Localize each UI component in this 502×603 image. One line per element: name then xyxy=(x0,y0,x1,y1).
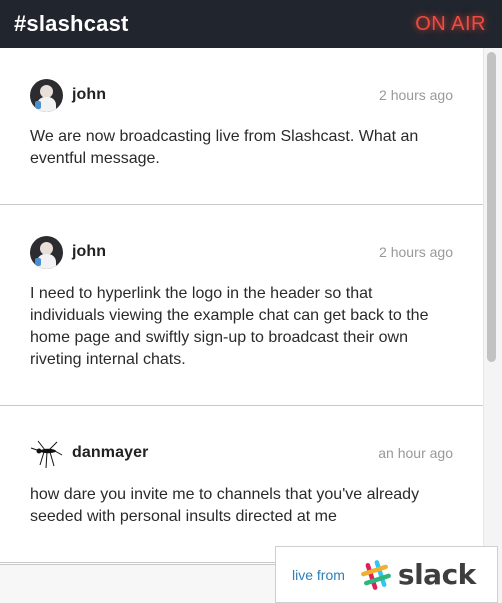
avatar[interactable] xyxy=(30,235,63,269)
message-header: danmayer an hour ago xyxy=(30,436,453,470)
username[interactable]: john xyxy=(72,86,106,104)
username[interactable]: john xyxy=(72,243,106,261)
mosquito-avatar-icon[interactable] xyxy=(30,437,63,470)
message-item: john 2 hours ago We are now broadcasting… xyxy=(0,48,483,205)
message-item: danmayer an hour ago how dare you invite… xyxy=(0,406,483,563)
message-header: john 2 hours ago xyxy=(30,78,453,112)
message-feed[interactable]: john 2 hours ago We are now broadcasting… xyxy=(0,48,483,603)
avatar[interactable] xyxy=(30,78,63,112)
slack-logo[interactable]: slack xyxy=(359,558,476,592)
message-text: how dare you invite me to channels that … xyxy=(30,486,420,525)
live-from-label[interactable]: live from xyxy=(292,567,345,583)
live-from-slack-badge[interactable]: live from slack xyxy=(275,546,498,603)
on-air-indicator: ON AIR xyxy=(415,12,486,35)
message-header: john 2 hours ago xyxy=(30,235,453,269)
next-message-stub xyxy=(0,564,276,603)
header: #slashcast ON AIR xyxy=(0,0,502,48)
timestamp: 2 hours ago xyxy=(379,244,453,260)
scrollbar[interactable] xyxy=(483,48,502,603)
username[interactable]: danmayer xyxy=(72,444,148,462)
slack-hash-icon xyxy=(361,559,391,590)
scrollbar-thumb[interactable] xyxy=(487,52,496,362)
timestamp: an hour ago xyxy=(378,445,453,461)
timestamp: 2 hours ago xyxy=(379,87,453,103)
slack-wordmark: slack xyxy=(397,558,476,591)
message-item: john 2 hours ago I need to hyperlink the… xyxy=(0,205,483,406)
message-text: We are now broadcasting live from Slashc… xyxy=(30,128,419,167)
channel-title[interactable]: #slashcast xyxy=(14,11,129,37)
message-text: I need to hyperlink the logo in the head… xyxy=(30,285,429,368)
